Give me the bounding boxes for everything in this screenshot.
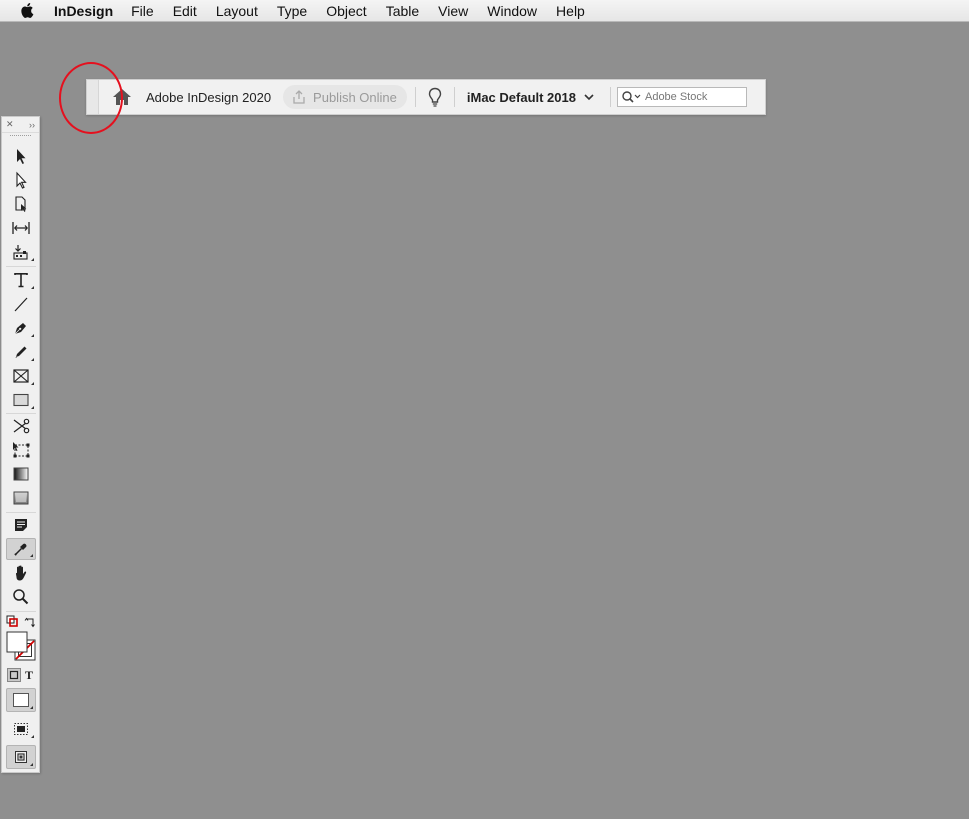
- apple-menu-icon[interactable]: [18, 1, 38, 21]
- tools-panel-header: ✕ ››: [2, 117, 39, 133]
- fill-stroke-swatch[interactable]: [6, 631, 37, 662]
- publish-online-label: Publish Online: [313, 89, 397, 105]
- line-tool[interactable]: [6, 293, 36, 315]
- page-icon: [15, 196, 27, 212]
- tool-flyout-indicator: [31, 258, 34, 261]
- formatting-container-icon[interactable]: [7, 668, 21, 682]
- gradient-feather-tool[interactable]: [6, 487, 36, 509]
- pencil-icon: [15, 346, 27, 358]
- free-transform-icon: [13, 442, 30, 458]
- gap-tool[interactable]: [6, 217, 36, 239]
- eyedropper-tool[interactable]: [6, 538, 36, 560]
- apply-color-button[interactable]: [6, 688, 36, 712]
- tool-group-divider: [6, 512, 36, 513]
- tool-flyout-indicator: [30, 706, 33, 709]
- hand-tool[interactable]: [6, 562, 36, 584]
- type-icon: [14, 273, 28, 288]
- tool-flyout-indicator: [31, 358, 34, 361]
- menu-object[interactable]: Object: [326, 3, 366, 19]
- menu-table[interactable]: Table: [386, 3, 419, 19]
- tool-flyout-indicator: [31, 382, 34, 385]
- tools-panel-grip[interactable]: [10, 135, 31, 145]
- gradient-feather-icon: [13, 491, 29, 505]
- tools-panel: ✕ ›› T: [1, 116, 40, 773]
- line-icon: [14, 297, 28, 312]
- annotation-circle: [59, 62, 123, 134]
- scissors-icon: [13, 418, 30, 434]
- tool-flyout-indicator: [31, 286, 34, 289]
- selection-arrow-icon: [17, 149, 26, 164]
- app-title: Adobe InDesign 2020: [146, 89, 272, 105]
- page-tool[interactable]: [6, 193, 36, 215]
- tool-group-divider: [6, 413, 36, 414]
- direct-selection-tool[interactable]: [6, 169, 36, 191]
- selection-tool[interactable]: [6, 145, 36, 167]
- close-icon[interactable]: ✕: [6, 119, 14, 130]
- eyedropper-icon: [14, 543, 27, 556]
- search-icon: [621, 89, 643, 105]
- menu-file[interactable]: File: [131, 3, 154, 19]
- tool-flyout-indicator: [31, 406, 34, 409]
- tool-group-divider: [6, 611, 36, 612]
- menu-bar: InDesign File Edit Layout Type Object Ta…: [0, 0, 969, 22]
- formatting-text-icon[interactable]: T: [25, 668, 37, 682]
- default-fill-stroke-icon[interactable]: [6, 614, 18, 627]
- workspace-label: iMac Default 2018: [466, 89, 576, 105]
- gradient-swatch-tool[interactable]: [6, 463, 36, 485]
- note-tool[interactable]: [6, 514, 36, 536]
- view-mode-button[interactable]: [6, 745, 36, 769]
- gap-icon: [12, 222, 30, 234]
- menu-help[interactable]: Help: [556, 3, 585, 19]
- type-tool[interactable]: [6, 269, 36, 291]
- menu-window[interactable]: Window: [487, 3, 537, 19]
- rectangle-frame-icon: [13, 369, 29, 383]
- content-collector-tool[interactable]: [6, 241, 36, 263]
- tool-flyout-indicator: [31, 735, 34, 738]
- note-icon: [15, 519, 27, 531]
- free-transform-tool[interactable]: [6, 439, 36, 461]
- tool-flyout-indicator: [31, 334, 34, 337]
- tool-flyout-indicator: [30, 554, 33, 557]
- appbar-divider: [609, 87, 611, 107]
- rectangle-icon: [13, 393, 29, 407]
- appbar-divider: [414, 87, 416, 107]
- expand-panel-icon[interactable]: ››: [29, 120, 35, 130]
- content-collector-icon: [13, 245, 28, 260]
- apply-color-icon: [13, 693, 29, 707]
- scissors-tool[interactable]: [6, 415, 36, 437]
- zoom-icon: [13, 589, 29, 605]
- appbar-divider: [453, 87, 455, 107]
- view-mode-icon: [15, 751, 27, 763]
- share-icon: [291, 89, 307, 105]
- direct-selection-arrow-icon: [16, 171, 27, 189]
- adobe-stock-search-input[interactable]: Adobe Stock: [616, 87, 747, 107]
- menu-view[interactable]: View: [438, 3, 468, 19]
- rectangle-tool[interactable]: [6, 389, 36, 411]
- tool-group-divider: [6, 266, 36, 267]
- screen-mode-icon: [14, 723, 28, 735]
- pen-icon: [14, 323, 26, 335]
- tool-flyout-indicator: [30, 763, 33, 766]
- swap-fill-stroke-icon[interactable]: [24, 615, 36, 628]
- gradient-swatch-icon: [13, 467, 29, 481]
- pencil-tool[interactable]: [6, 341, 36, 363]
- menu-layout[interactable]: Layout: [216, 3, 258, 19]
- lightbulb-icon[interactable]: [426, 86, 444, 108]
- search-placeholder: Adobe Stock: [644, 91, 708, 103]
- hand-icon: [15, 565, 27, 581]
- publish-online-button[interactable]: Publish Online: [283, 85, 407, 109]
- rectangle-frame-tool[interactable]: [6, 365, 36, 387]
- app-name-menu[interactable]: InDesign: [54, 3, 113, 19]
- chevron-down-icon: [584, 91, 596, 103]
- menu-type[interactable]: Type: [277, 3, 307, 19]
- screen-mode-button[interactable]: [6, 718, 36, 740]
- workspace-switcher[interactable]: iMac Default 2018: [467, 90, 596, 105]
- menu-edit[interactable]: Edit: [173, 3, 197, 19]
- application-bar: Adobe InDesign 2020 Publish Online iMac …: [86, 79, 766, 115]
- pen-tool[interactable]: [6, 317, 36, 339]
- zoom-tool[interactable]: [6, 586, 36, 608]
